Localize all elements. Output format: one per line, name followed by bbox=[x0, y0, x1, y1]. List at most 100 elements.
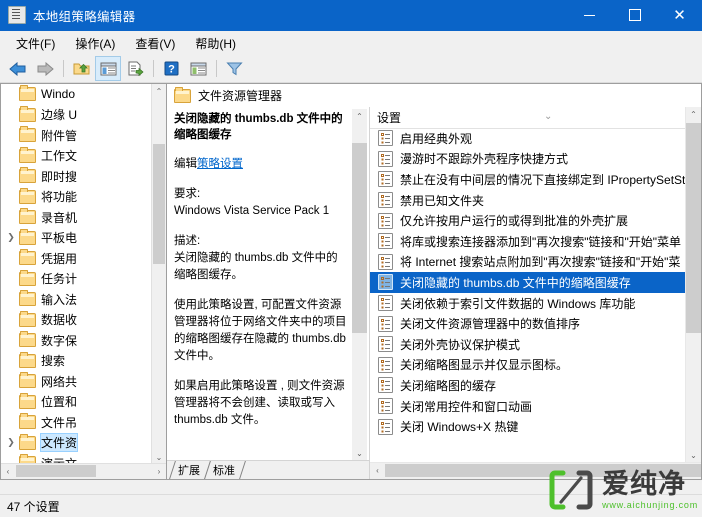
minimize-button[interactable] bbox=[567, 0, 612, 30]
folder-icon bbox=[19, 228, 36, 245]
list-item[interactable]: 禁用已知文件夹 bbox=[370, 190, 686, 211]
tree-item[interactable]: ❯ 平板电 bbox=[1, 228, 152, 249]
folder-icon bbox=[19, 351, 36, 368]
list-item-label: 关闭常用控件和窗口动画 bbox=[400, 399, 533, 414]
edit-prefix: 编辑 bbox=[174, 158, 197, 170]
tree-item[interactable]: 文件吊 bbox=[1, 412, 152, 433]
chevron-right-icon[interactable]: ❯ bbox=[3, 437, 19, 448]
forward-icon[interactable] bbox=[32, 56, 58, 81]
detail-scroll-thumb[interactable] bbox=[352, 143, 367, 333]
tree-item[interactable]: 凭据用 bbox=[1, 248, 152, 269]
back-icon[interactable] bbox=[5, 56, 31, 81]
detail-tab-label: 扩展 bbox=[178, 465, 200, 477]
chevron-down-icon[interactable]: ⌄ bbox=[544, 111, 552, 122]
list-item-selected[interactable]: 关闭隐藏的 thumbs.db 文件中的缩略图缓存 bbox=[370, 272, 686, 293]
folder-icon bbox=[19, 105, 36, 122]
tree-item[interactable]: 将功能 bbox=[1, 187, 152, 208]
folder-icon bbox=[19, 208, 36, 225]
tree-item[interactable]: 任务计 bbox=[1, 269, 152, 290]
tree-item-label: 数字保 bbox=[41, 333, 78, 348]
detail-scroll-up-arrow[interactable]: ⌃ bbox=[352, 109, 367, 124]
list-item[interactable]: 禁止在没有中间层的情况下直接绑定到 IPropertySetSt bbox=[370, 169, 686, 190]
tree-item[interactable]: Windo bbox=[1, 84, 152, 105]
filter-icon[interactable] bbox=[221, 56, 247, 81]
list-item-label: 关闭外壳协议保护模式 bbox=[400, 337, 521, 352]
detail-tab[interactable]: 标准 bbox=[204, 461, 246, 479]
description-label: 描述: bbox=[174, 235, 201, 247]
list-scroll-thumb[interactable] bbox=[686, 123, 701, 333]
list-item[interactable]: 启用经典外观 bbox=[370, 128, 686, 149]
policy-setting-icon bbox=[378, 130, 393, 147]
list-item[interactable]: 关闭依赖于索引文件数据的 Windows 库功能 bbox=[370, 293, 686, 314]
list-item[interactable]: 关闭文件资源管理器中的数值排序 bbox=[370, 313, 686, 334]
settings-column-header[interactable]: 设置 ⌄ bbox=[370, 107, 701, 129]
tree-item-label: 输入法 bbox=[41, 292, 78, 307]
detail-vertical-scrollbar[interactable]: ⌃ ⌄ bbox=[352, 109, 367, 461]
list-item-label: 关闭缩略图的缓存 bbox=[400, 378, 497, 393]
properties-icon[interactable] bbox=[185, 56, 211, 81]
tree-item-label: 数据收 bbox=[41, 313, 78, 328]
list-item[interactable]: 将 Internet 搜索站点附加到"再次搜索"链接和"开始"菜 bbox=[370, 252, 686, 273]
tree-vertical-scrollbar[interactable]: ⌃ ⌄ bbox=[151, 84, 166, 464]
maximize-button[interactable] bbox=[612, 0, 657, 30]
menu-action[interactable]: 操作(A) bbox=[65, 32, 125, 55]
tree-item[interactable]: 边缘 U bbox=[1, 105, 152, 126]
folder-icon bbox=[19, 290, 36, 307]
settings-list[interactable]: 启用经典外观 漫游时不跟踪外壳程序快捷方式禁止在没有中间层的情况下直接绑定到 IP… bbox=[370, 128, 686, 463]
list-item-label: 禁止在没有中间层的情况下直接绑定到 IPropertySetSt bbox=[400, 172, 686, 187]
list-item[interactable]: 关闭缩略图的缓存 bbox=[370, 375, 686, 396]
export-list-icon[interactable] bbox=[122, 56, 148, 81]
close-button[interactable]: ✕ bbox=[657, 0, 702, 30]
tree-scroll-right-arrow[interactable]: › bbox=[152, 464, 166, 478]
list-item[interactable]: 漫游时不跟踪外壳程序快捷方式 bbox=[370, 149, 686, 170]
tree-item[interactable]: 数字保 bbox=[1, 330, 152, 351]
policy-setting-icon bbox=[378, 150, 393, 167]
tree-item[interactable]: 搜索 bbox=[1, 351, 152, 372]
edit-policy-line: 编辑策略设置 bbox=[174, 156, 348, 173]
tree-item[interactable]: 输入法 bbox=[1, 289, 152, 310]
menu-view[interactable]: 查看(V) bbox=[125, 32, 185, 55]
detail-scroll-down-arrow[interactable]: ⌄ bbox=[352, 446, 367, 461]
console-tree[interactable]: Windo 边缘 U 附件管 工作文 即时搜 将功能录音机 ❯ 平板电 凭据用 任务计输入法数据收… bbox=[1, 84, 152, 464]
tree-scroll-left-arrow[interactable]: ‹ bbox=[1, 464, 15, 478]
tree-item-label: 录音机 bbox=[41, 210, 78, 225]
tree-scroll-down-arrow[interactable]: ⌄ bbox=[152, 450, 166, 464]
up-folder-icon[interactable] bbox=[68, 56, 94, 81]
folder-icon bbox=[19, 372, 36, 389]
tree-item[interactable]: 即时搜 bbox=[1, 166, 152, 187]
tree-item[interactable]: ❯ 文件资 bbox=[1, 433, 152, 454]
tree-item[interactable]: 数据收 bbox=[1, 310, 152, 331]
tree-item[interactable]: 工作文 bbox=[1, 146, 152, 167]
edit-policy-link[interactable]: 策略设置 bbox=[197, 158, 243, 170]
list-item[interactable]: 关闭缩略图显示并仅显示图标。 bbox=[370, 355, 686, 376]
column-header-label: 设置 bbox=[377, 111, 402, 125]
help-icon[interactable]: ? bbox=[158, 56, 184, 81]
tree-hscroll-thumb[interactable] bbox=[16, 465, 96, 477]
policy-setting-icon bbox=[378, 212, 393, 229]
show-hide-tree-icon[interactable] bbox=[95, 56, 121, 81]
tree-item[interactable]: 网络共 bbox=[1, 371, 152, 392]
list-item[interactable]: 将库或搜索连接器添加到"再次搜索"链接和"开始"菜单 bbox=[370, 231, 686, 252]
chevron-right-icon[interactable]: ❯ bbox=[3, 232, 19, 243]
list-scroll-left-arrow[interactable]: ‹ bbox=[370, 463, 385, 478]
tree-scroll-up-arrow[interactable]: ⌃ bbox=[152, 84, 166, 98]
list-item-label: 关闭 Windows+X 热键 bbox=[400, 420, 519, 435]
menu-file[interactable]: 文件(F) bbox=[6, 32, 65, 55]
list-scroll-up-arrow[interactable]: ⌃ bbox=[686, 107, 701, 122]
list-item[interactable]: 关闭外壳协议保护模式 bbox=[370, 334, 686, 355]
window-title: 本地组策略编辑器 bbox=[33, 9, 136, 24]
list-item[interactable]: 关闭 Windows+X 热键 bbox=[370, 416, 686, 437]
tree-scroll-thumb[interactable] bbox=[153, 144, 165, 264]
list-scroll-down-arrow[interactable]: ⌄ bbox=[686, 448, 701, 463]
tree-item[interactable]: 录音机 bbox=[1, 207, 152, 228]
list-item[interactable]: 关闭常用控件和窗口动画 bbox=[370, 396, 686, 417]
list-item-label: 关闭文件资源管理器中的数值排序 bbox=[400, 317, 581, 332]
menu-help[interactable]: 帮助(H) bbox=[185, 32, 246, 55]
list-item[interactable]: 仅允许按用户运行的或得到批准的外壳扩展 bbox=[370, 210, 686, 231]
tree-item[interactable]: 位置和 bbox=[1, 392, 152, 413]
tree-item[interactable]: 附件管 bbox=[1, 125, 152, 146]
list-vertical-scrollbar[interactable]: ⌃ ⌄ bbox=[685, 107, 701, 463]
tree-horizontal-scrollbar[interactable]: ‹ › bbox=[1, 463, 166, 479]
